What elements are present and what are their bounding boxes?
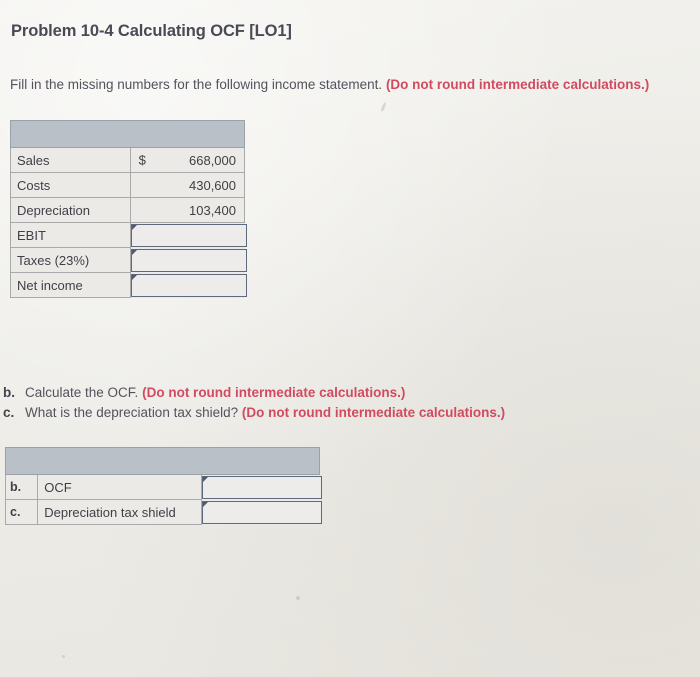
currency-symbol: $ (138, 152, 146, 168)
table-row: c. Depreciation tax shield (4, 499, 322, 525)
row-label-costs: Costs (10, 172, 131, 198)
row-label-net-income: Net income (10, 272, 131, 298)
row-value-sales: $ 668,000 (129, 147, 246, 173)
row-value-depreciation: 103,400 (129, 197, 246, 223)
answers-table-header-bar (5, 447, 320, 475)
row-label-taxes: Taxes (23%) (10, 247, 131, 273)
table-row: EBIT (10, 222, 247, 248)
ebit-input[interactable] (130, 224, 247, 247)
value-text: 103,400 (189, 202, 236, 218)
answer-input-cell-depreciation-tax-shield[interactable] (202, 500, 322, 525)
table-row: Costs 430,600 (10, 172, 246, 198)
table-row: Sales $ 668,000 (10, 147, 246, 173)
value-text: 668,000 (189, 152, 236, 168)
row-value-costs: 430,600 (129, 172, 246, 198)
income-statement-table: Sales $ 668,000 Costs 430,600 Depreciati… (10, 120, 247, 298)
table-row: Depreciation 103,400 (10, 197, 246, 223)
table-row: b. OCF (4, 474, 322, 500)
answer-label-ocf: OCF (37, 474, 203, 500)
taxes-input[interactable] (130, 248, 247, 272)
paper-speck (62, 655, 65, 658)
part-c-letter: c. (3, 405, 15, 420)
part-b-text: Calculate the OCF. (25, 385, 139, 400)
row-input-taxes[interactable] (130, 248, 247, 273)
answer-letter-b: b. (4, 474, 39, 500)
income-statement-header-bar (10, 120, 245, 148)
answers-table-body: b. OCF c. Depreciation tax shield (4, 447, 322, 525)
row-input-net-income[interactable] (130, 273, 247, 298)
part-b-question: b. Calculate the OCF. (Do not round inter… (3, 384, 406, 402)
part-c-question: c. What is the depreciation tax shield? (… (3, 404, 506, 422)
table-row: Net income (10, 272, 247, 298)
part-c-text: What is the depreciation tax shield? (25, 405, 239, 420)
instruction-paragraph: Fill in the missing numbers for the foll… (10, 75, 670, 95)
part-b-note: (Do not round intermediate calculations.… (142, 385, 406, 400)
value-text: 430,600 (189, 177, 236, 193)
income-statement-body: Sales $ 668,000 Costs 430,600 Depreciati… (10, 120, 247, 298)
instruction-note: (Do not round intermediate calculations.… (385, 77, 650, 92)
instruction-text: Fill in the missing numbers for the foll… (10, 77, 383, 92)
answers-table: b. OCF c. Depreciation tax shield (4, 447, 322, 525)
row-label-sales: Sales (10, 147, 131, 173)
row-label-depreciation: Depreciation (10, 197, 131, 223)
answer-letter-c: c. (4, 499, 39, 525)
answer-label-depreciation-tax-shield: Depreciation tax shield (37, 499, 203, 525)
row-input-ebit[interactable] (130, 223, 247, 248)
row-label-ebit: EBIT (10, 222, 131, 248)
paper-background (0, 0, 700, 677)
paper-speck (380, 101, 387, 113)
part-b-letter: b. (3, 385, 15, 400)
table-header-row (10, 120, 245, 148)
table-row: Taxes (23%) (10, 247, 247, 273)
net-income-input[interactable] (130, 273, 247, 297)
page-title: Problem 10-4 Calculating OCF [LO1] (11, 22, 292, 40)
depreciation-tax-shield-input[interactable] (202, 500, 322, 524)
paper-speck (296, 596, 300, 600)
answer-input-cell-ocf[interactable] (202, 475, 322, 500)
ocf-input[interactable] (202, 476, 322, 499)
table-header-row (5, 447, 320, 475)
part-c-note: (Do not round intermediate calculations.… (241, 405, 506, 420)
